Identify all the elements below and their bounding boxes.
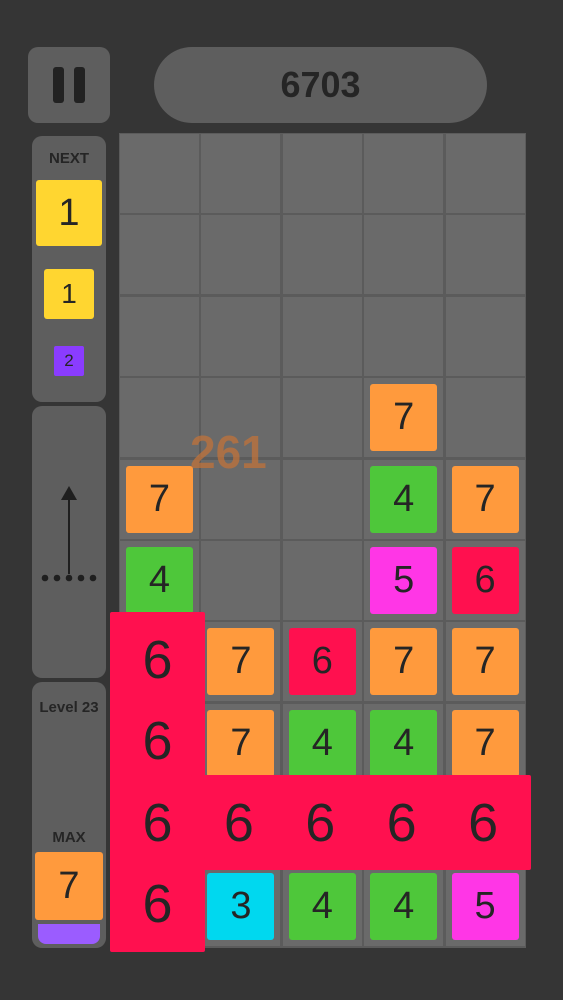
pause-button[interactable] — [28, 47, 110, 123]
next-tile: 1 — [44, 269, 94, 319]
game-board[interactable]: 774745667677674476666663445 — [110, 133, 531, 952]
board-tile: 3 — [207, 872, 275, 940]
pause-icon — [53, 67, 85, 103]
board-tile: 6 — [435, 775, 531, 871]
board-cell[interactable] — [201, 215, 281, 295]
board-cell[interactable] — [282, 215, 362, 295]
board-cell[interactable] — [445, 215, 525, 295]
board-cell[interactable] — [282, 378, 362, 458]
max-underbar — [38, 924, 100, 944]
board-tile: 4 — [370, 872, 438, 940]
board-tile: 7 — [370, 628, 438, 696]
board-tile: 7 — [451, 709, 519, 777]
board-cell[interactable] — [364, 296, 444, 376]
up-arrow-icon — [61, 486, 77, 574]
max-tile: 7 — [35, 852, 103, 920]
next-panel: NEXT 1 1 2 — [32, 136, 106, 402]
board-tile: 7 — [126, 465, 193, 533]
level-label: Level 23 — [39, 699, 99, 716]
board-cell[interactable] — [282, 134, 362, 213]
drop-column-button[interactable] — [32, 406, 106, 678]
board-tile: 4 — [370, 465, 438, 533]
board-cell[interactable] — [282, 459, 362, 539]
board-tile: 6 — [288, 628, 356, 696]
board-tile: 7 — [207, 628, 275, 696]
level-panel: Level 23 MAX 7 — [32, 682, 106, 948]
board-tile: 6 — [110, 856, 205, 952]
board-cell[interactable] — [364, 134, 444, 213]
board-tile: 6 — [451, 547, 519, 614]
board-cell[interactable] — [120, 296, 199, 376]
board-tile: 7 — [370, 384, 438, 452]
dots-icon — [41, 574, 97, 582]
board-tile: 4 — [126, 547, 193, 614]
board-cell[interactable] — [201, 541, 281, 620]
board-cell[interactable] — [282, 541, 362, 620]
board-cell[interactable] — [201, 134, 281, 213]
board-cell[interactable] — [120, 378, 199, 458]
score-display: 6703 — [154, 47, 487, 123]
board-cell[interactable] — [120, 134, 199, 213]
bonus-score-popup: 261 — [190, 426, 267, 478]
board-cell[interactable] — [445, 378, 525, 458]
board-cell[interactable] — [282, 296, 362, 376]
board-cell[interactable] — [364, 215, 444, 295]
next-label: NEXT — [48, 150, 89, 167]
board-tile: 5 — [451, 872, 519, 940]
board-tile: 7 — [451, 465, 519, 533]
board-tile: 4 — [288, 709, 356, 777]
board-cell[interactable] — [120, 215, 199, 295]
board-tile: 4 — [288, 872, 356, 940]
board-tile: 7 — [451, 628, 519, 696]
next-tile: 2 — [54, 346, 84, 376]
board-cell[interactable] — [445, 296, 525, 376]
max-label: MAX — [52, 829, 86, 846]
next-tile: 1 — [36, 180, 102, 246]
board-tile: 4 — [370, 709, 438, 777]
board-tile: 5 — [370, 547, 438, 614]
board-cell[interactable] — [201, 296, 281, 376]
board-cell[interactable] — [445, 134, 525, 213]
board-tile: 6 — [354, 775, 450, 871]
board-tile: 7 — [207, 709, 275, 777]
